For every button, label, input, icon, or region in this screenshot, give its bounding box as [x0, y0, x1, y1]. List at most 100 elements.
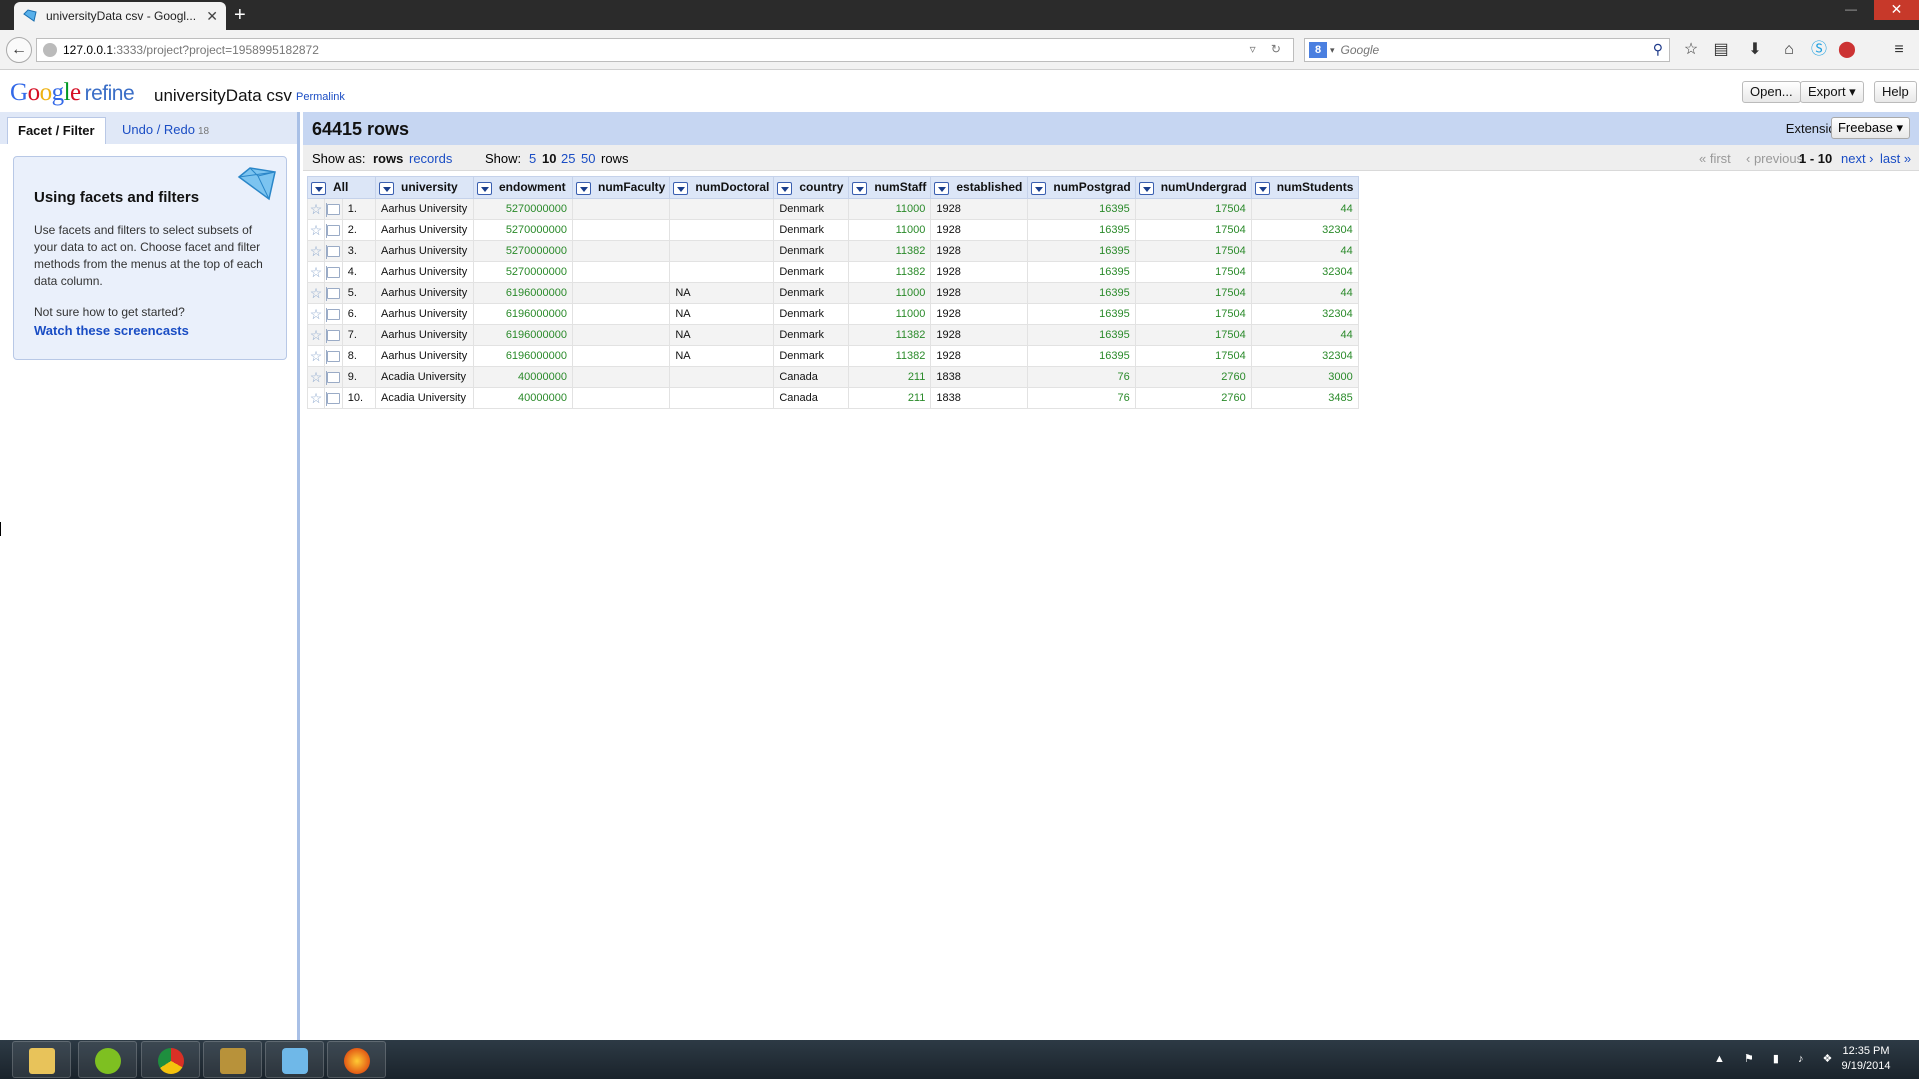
table-cell-university[interactable]: Aarhus University: [375, 324, 474, 346]
tab-close-icon[interactable]: ✕: [206, 8, 218, 25]
pager-last[interactable]: last »: [1880, 151, 1911, 166]
table-cell-endowment[interactable]: 6196000000: [473, 303, 573, 325]
table-cell-numPostgrad[interactable]: 16395: [1027, 345, 1136, 367]
table-cell-numDoctoral[interactable]: [669, 261, 775, 283]
table-cell-university[interactable]: Aarhus University: [375, 198, 474, 220]
table-cell-numFaculty[interactable]: [571, 261, 671, 283]
table-cell-established[interactable]: 1928: [930, 240, 1029, 262]
home-icon[interactable]: ⌂: [1778, 39, 1800, 61]
table-cell-country[interactable]: Denmark: [773, 345, 850, 367]
table-cell-numPostgrad[interactable]: 16395: [1027, 324, 1136, 346]
page-size-25[interactable]: 25: [561, 151, 575, 166]
table-cell-numStudents[interactable]: 44: [1250, 282, 1359, 304]
flag-icon[interactable]: [325, 328, 340, 343]
column-menu-icon[interactable]: [379, 181, 394, 195]
column-menu-icon[interactable]: [1031, 181, 1047, 195]
table-cell-established[interactable]: 1928: [930, 345, 1029, 367]
table-cell-numPostgrad[interactable]: 76: [1027, 387, 1136, 409]
table-cell-endowment[interactable]: 6196000000: [473, 282, 573, 304]
star-icon[interactable]: ☆: [310, 222, 323, 238]
table-cell-established[interactable]: 1928: [930, 324, 1029, 346]
table-cell-endowment[interactable]: 6196000000: [473, 324, 573, 346]
table-cell-numUndergrad[interactable]: 2760: [1134, 387, 1252, 409]
table-cell-country[interactable]: Denmark: [773, 324, 850, 346]
site-info-icon[interactable]: [43, 43, 57, 57]
table-cell-numDoctoral[interactable]: [669, 219, 775, 241]
star-icon[interactable]: ☆: [310, 243, 323, 259]
table-cell-established[interactable]: 1838: [930, 366, 1029, 388]
flag-icon[interactable]: [325, 391, 340, 406]
flag-icon[interactable]: [325, 370, 340, 385]
window-close-button[interactable]: ✕: [1874, 0, 1919, 20]
table-cell-endowment[interactable]: 5270000000: [473, 219, 573, 241]
table-cell-numDoctoral[interactable]: [669, 198, 775, 220]
column-menu-icon[interactable]: [673, 181, 689, 195]
table-cell-numPostgrad[interactable]: 16395: [1027, 198, 1136, 220]
table-cell-numUndergrad[interactable]: 17504: [1134, 198, 1252, 220]
table-cell-numFaculty[interactable]: [571, 303, 671, 325]
column-header[interactable]: numStaff: [848, 176, 932, 199]
table-cell-university[interactable]: Aarhus University: [375, 345, 474, 367]
table-cell-established[interactable]: 1928: [930, 198, 1029, 220]
table-cell-numStudents[interactable]: 32304: [1250, 303, 1359, 325]
table-cell-numStudents[interactable]: 3000: [1250, 366, 1359, 388]
taskbar-firefox[interactable]: [327, 1041, 386, 1078]
column-header[interactable]: country: [773, 176, 850, 199]
table-cell-numStudents[interactable]: 44: [1250, 198, 1359, 220]
reload-icon[interactable]: ▿ ↻: [1250, 42, 1287, 56]
table-cell-numStudents[interactable]: 32304: [1250, 345, 1359, 367]
star-icon[interactable]: ☆: [310, 306, 323, 322]
search-input[interactable]: [1340, 43, 1641, 57]
table-cell-numStudents[interactable]: 44: [1250, 240, 1359, 262]
table-cell-numStaff[interactable]: 11382: [848, 324, 932, 346]
table-cell-numStudents[interactable]: 44: [1250, 324, 1359, 346]
flag-icon[interactable]: [325, 286, 340, 301]
skype-icon[interactable]: Ⓢ: [1808, 39, 1830, 61]
table-cell-endowment[interactable]: 6196000000: [473, 345, 573, 367]
table-cell-numUndergrad[interactable]: 17504: [1134, 303, 1252, 325]
table-cell-country[interactable]: Canada: [773, 387, 850, 409]
back-button[interactable]: ←: [6, 37, 32, 63]
system-tray[interactable]: ▲ ⚑ ▮ ♪ ❖: [1714, 1052, 1840, 1065]
google-engine-icon[interactable]: 8: [1309, 42, 1327, 58]
flag-icon[interactable]: [325, 244, 340, 259]
menu-icon[interactable]: ≡: [1888, 39, 1910, 61]
column-menu-icon[interactable]: [1138, 181, 1154, 195]
column-menu-icon[interactable]: [852, 181, 868, 195]
table-cell-university[interactable]: Aarhus University: [375, 240, 474, 262]
table-cell-numFaculty[interactable]: [571, 282, 671, 304]
table-cell-numFaculty[interactable]: [571, 198, 671, 220]
table-cell-endowment[interactable]: 5270000000: [473, 198, 573, 220]
star-icon[interactable]: ☆: [310, 348, 323, 364]
column-menu-icon[interactable]: [934, 181, 950, 195]
table-cell-numFaculty[interactable]: [571, 324, 671, 346]
table-cell-numPostgrad[interactable]: 16395: [1027, 303, 1136, 325]
search-icon[interactable]: ⚲: [1653, 41, 1663, 58]
taskbar-league-of-legends[interactable]: [203, 1041, 262, 1078]
taskbar-spotify[interactable]: [78, 1041, 137, 1078]
window-minimize-button[interactable]: —: [1836, 0, 1866, 20]
flag-icon[interactable]: [325, 265, 340, 280]
flag-icon[interactable]: [325, 349, 340, 364]
star-icon[interactable]: ☆: [310, 390, 323, 406]
page-size-50[interactable]: 50: [581, 151, 595, 166]
column-header[interactable]: established: [930, 176, 1029, 199]
table-cell-endowment[interactable]: 40000000: [473, 387, 573, 409]
table-cell-numUndergrad[interactable]: 17504: [1134, 282, 1252, 304]
table-cell-numDoctoral[interactable]: NA: [669, 303, 775, 325]
pager-first[interactable]: « first: [1699, 151, 1731, 166]
open-button[interactable]: Open...: [1742, 81, 1801, 103]
table-cell-established[interactable]: 1838: [930, 387, 1029, 409]
project-name[interactable]: universityData csv: [154, 86, 292, 106]
table-cell-country[interactable]: Denmark: [773, 198, 850, 220]
column-menu-icon[interactable]: [576, 181, 591, 195]
table-cell-numUndergrad[interactable]: 17504: [1134, 324, 1252, 346]
table-cell-endowment[interactable]: 5270000000: [473, 240, 573, 262]
system-clock[interactable]: 12:35 PM 9/19/2014: [1830, 1044, 1902, 1074]
table-cell-numFaculty[interactable]: [571, 345, 671, 367]
table-cell-numUndergrad[interactable]: 17504: [1134, 345, 1252, 367]
table-cell-numPostgrad[interactable]: 16395: [1027, 219, 1136, 241]
table-cell-numFaculty[interactable]: [571, 219, 671, 241]
freebase-extension-button[interactable]: Freebase ▾: [1830, 117, 1910, 139]
table-cell-numPostgrad[interactable]: 16395: [1027, 261, 1136, 283]
